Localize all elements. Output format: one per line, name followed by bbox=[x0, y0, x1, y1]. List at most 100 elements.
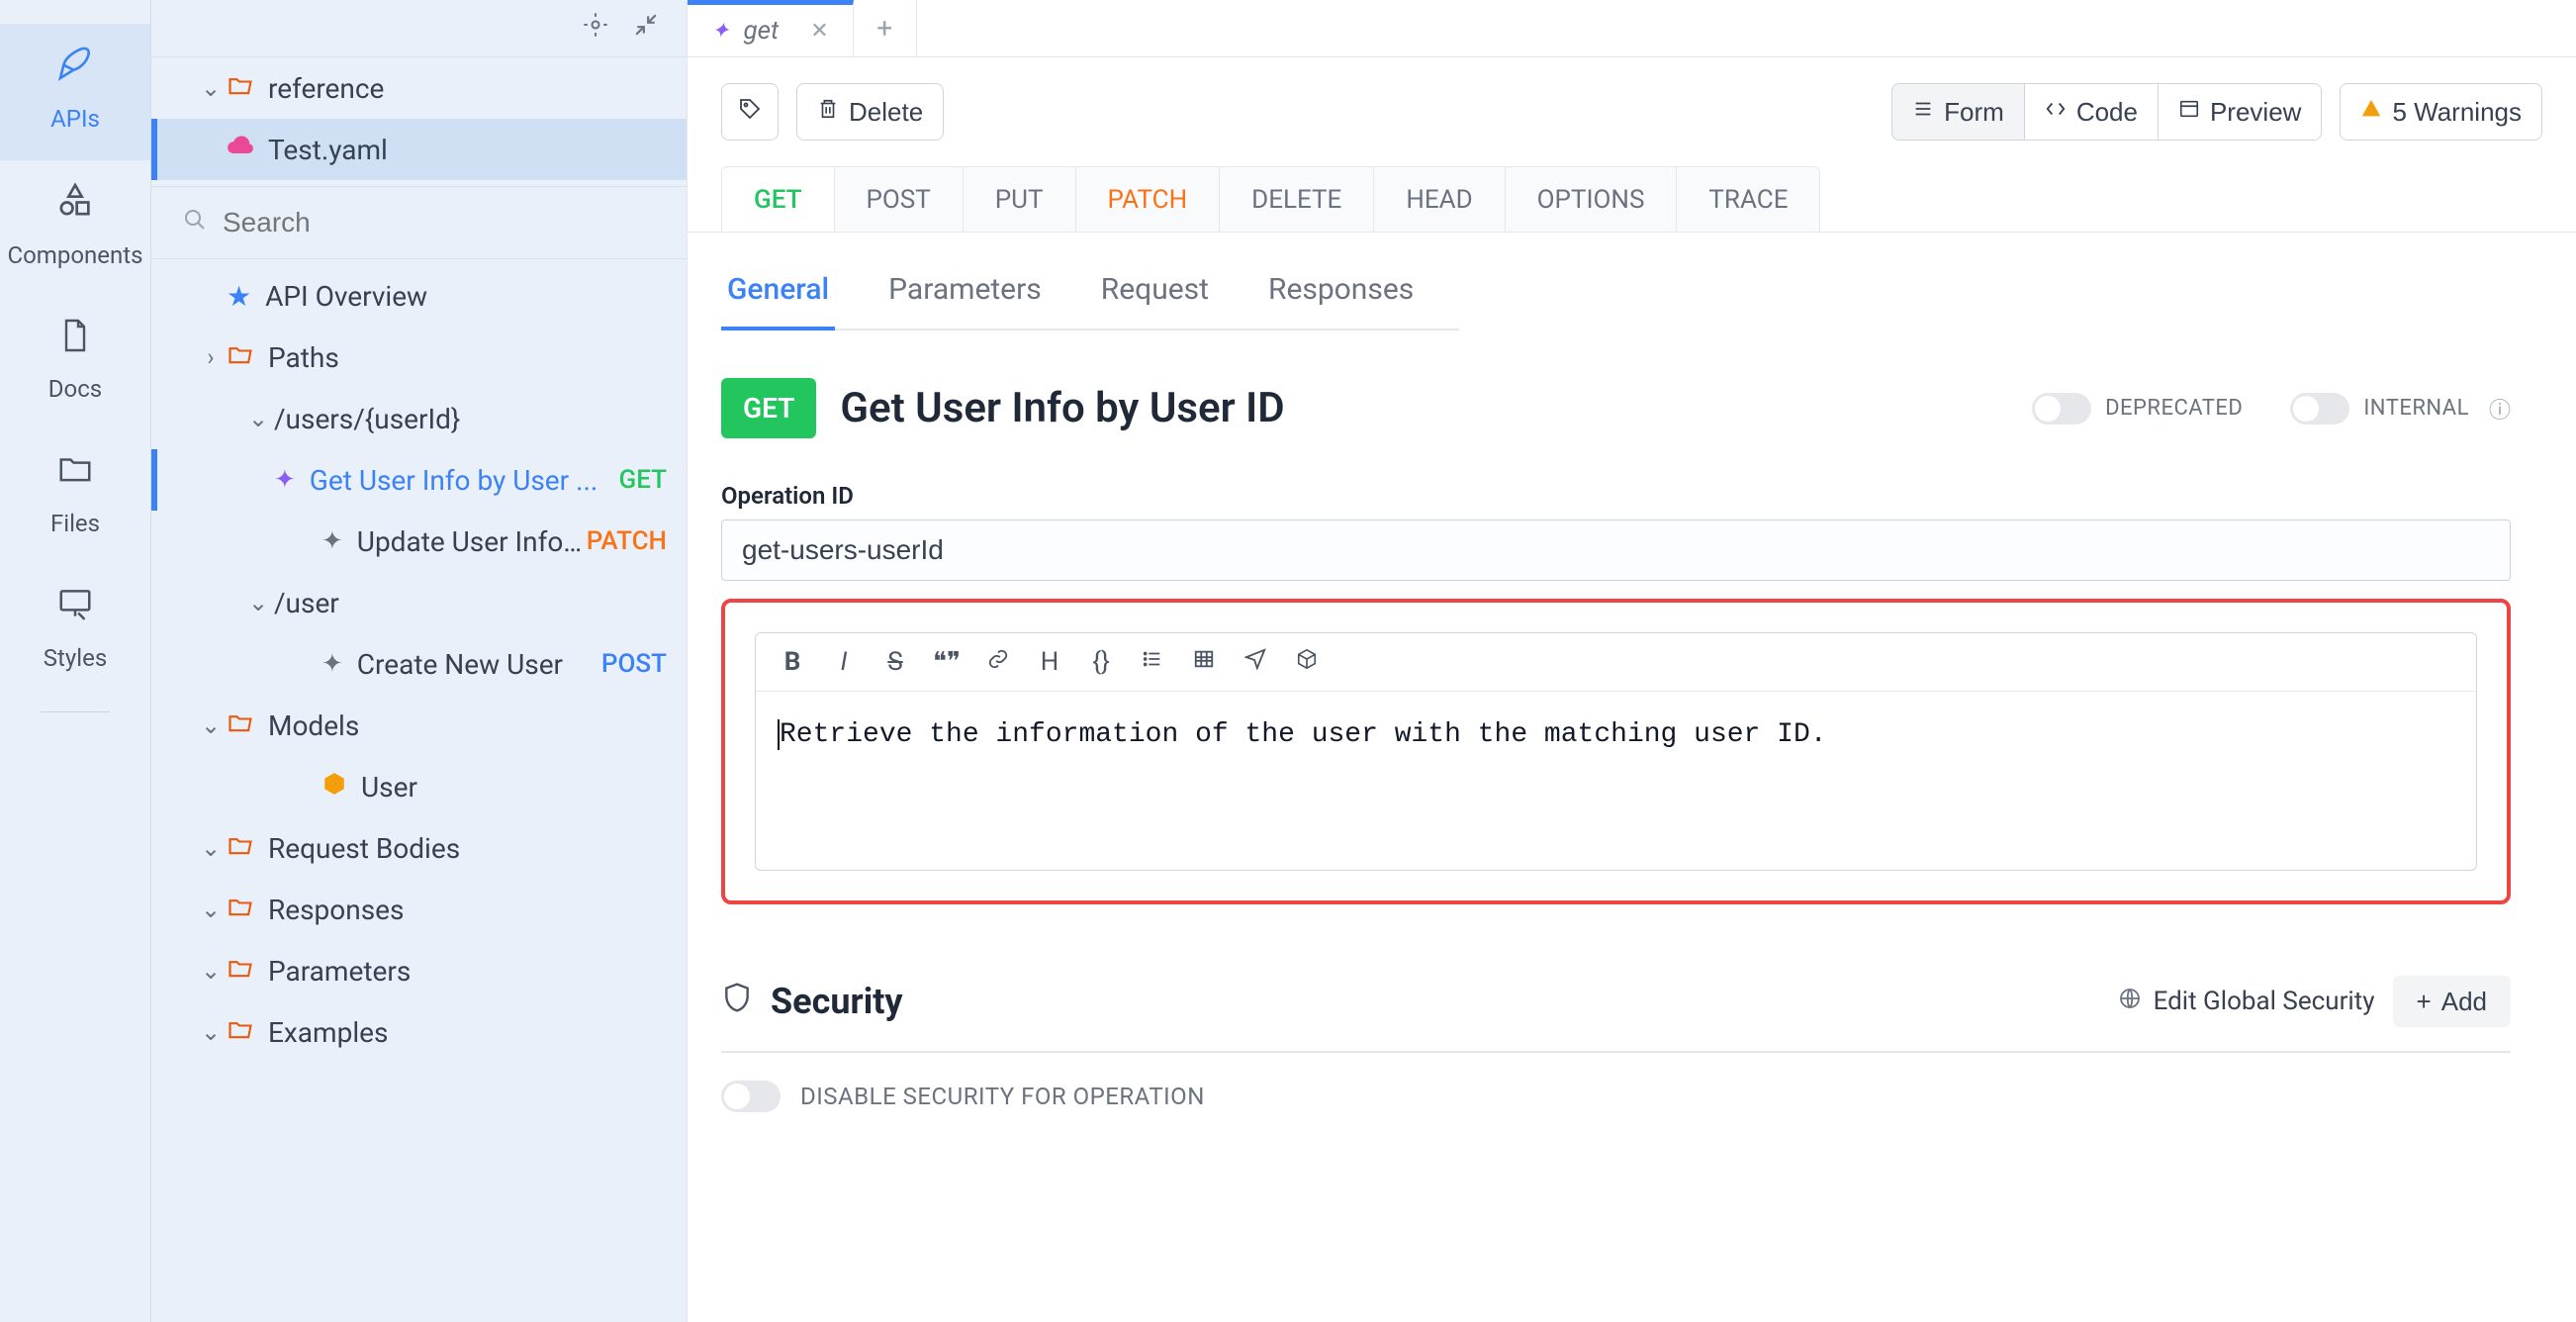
table-icon[interactable] bbox=[1189, 647, 1219, 677]
sidebar: ⌄ reference Test.yaml bbox=[150, 0, 687, 1322]
delete-label: Delete bbox=[849, 97, 923, 128]
collapse-icon[interactable] bbox=[633, 12, 659, 45]
tree-path-user[interactable]: ⌄ /user bbox=[151, 572, 687, 633]
sub-tab-parameters[interactable]: Parameters bbox=[882, 272, 1048, 330]
tree-file-test-yaml[interactable]: Test.yaml bbox=[151, 119, 687, 180]
http-tab-get[interactable]: GET bbox=[722, 167, 835, 233]
sub-tab-responses[interactable]: Responses bbox=[1262, 272, 1420, 330]
chevron-right-icon: › bbox=[195, 343, 227, 371]
code-label: Code bbox=[2076, 97, 2138, 128]
bold-icon[interactable]: B bbox=[778, 647, 807, 677]
rail-docs[interactable]: Docs bbox=[0, 297, 150, 430]
folder-open-icon bbox=[227, 71, 254, 106]
operation-icon: ✦ bbox=[711, 19, 729, 44]
star-icon: ★ bbox=[227, 280, 251, 313]
tree-op-update-user[interactable]: ✦ Update User Inform... PATCH bbox=[151, 511, 687, 572]
internal-label: INTERNAL bbox=[2363, 396, 2469, 421]
strike-icon[interactable]: S bbox=[880, 647, 910, 677]
tree-examples-label: Examples bbox=[268, 1016, 687, 1049]
braces-icon[interactable]: {} bbox=[1086, 647, 1116, 677]
folder-open-icon bbox=[227, 1015, 254, 1050]
tree-responses[interactable]: ⌄ Responses bbox=[151, 879, 687, 940]
folder-open-icon bbox=[227, 831, 254, 866]
edit-global-security[interactable]: Edit Global Security bbox=[2118, 987, 2375, 1016]
preview-view-button[interactable]: Preview bbox=[2158, 83, 2322, 141]
http-tab-head[interactable]: HEAD bbox=[1374, 167, 1505, 233]
rail-components[interactable]: Components bbox=[0, 160, 150, 297]
search-input[interactable] bbox=[223, 207, 687, 238]
tree-responses-label: Responses bbox=[268, 894, 687, 926]
tree-paths-label: Paths bbox=[268, 341, 687, 374]
sidebar-search[interactable] bbox=[151, 186, 687, 259]
italic-icon[interactable]: I bbox=[829, 647, 859, 677]
http-tab-put[interactable]: PUT bbox=[964, 167, 1076, 233]
http-tab-delete[interactable]: DELETE bbox=[1220, 167, 1374, 233]
heading-icon[interactable]: H bbox=[1035, 647, 1064, 677]
editor-tab-get[interactable]: ✦ get ✕ bbox=[688, 0, 854, 56]
operation-id-field: Operation ID bbox=[721, 482, 2511, 581]
form-view-button[interactable]: Form bbox=[1891, 83, 2024, 141]
add-tab-button[interactable]: + bbox=[854, 0, 917, 56]
warnings-button[interactable]: 5 Warnings bbox=[2340, 83, 2542, 141]
security-header: Security Edit Global Security + Add bbox=[721, 976, 2511, 1053]
operation-title[interactable]: Get User Info by User ID bbox=[840, 384, 1984, 432]
info-icon[interactable]: ⓘ bbox=[2489, 393, 2511, 425]
rail-files[interactable]: Files bbox=[0, 430, 150, 565]
rail-apis[interactable]: APIs bbox=[0, 24, 150, 160]
method-tag-get: GET bbox=[619, 465, 668, 495]
tree-models[interactable]: ⌄ Models bbox=[151, 695, 687, 756]
cube-icon[interactable] bbox=[1292, 647, 1322, 677]
http-tab-options[interactable]: OPTIONS bbox=[1506, 167, 1678, 233]
http-method-tabs: GET POST PUT PATCH DELETE HEAD OPTIONS T… bbox=[721, 166, 1820, 233]
link-icon[interactable] bbox=[983, 647, 1013, 677]
disable-security-toggle[interactable] bbox=[721, 1081, 781, 1112]
warning-icon bbox=[2360, 98, 2382, 127]
tree-model-user[interactable]: User bbox=[151, 756, 687, 817]
internal-toggle[interactable] bbox=[2290, 393, 2349, 425]
description-textarea[interactable]: Retrieve the information of the user wit… bbox=[756, 692, 2476, 870]
operation-id-input[interactable] bbox=[721, 519, 2511, 581]
warnings-label: 5 Warnings bbox=[2392, 97, 2522, 128]
bullet-list-icon[interactable] bbox=[1138, 647, 1167, 677]
tree-path-user-label: /user bbox=[274, 587, 687, 619]
send-icon[interactable] bbox=[1241, 647, 1270, 677]
close-icon[interactable]: ✕ bbox=[810, 19, 828, 44]
tree-paths[interactable]: › Paths bbox=[151, 327, 687, 388]
code-view-button[interactable]: Code bbox=[2024, 83, 2158, 141]
sub-tab-general[interactable]: General bbox=[721, 272, 835, 330]
sub-tab-request[interactable]: Request bbox=[1095, 272, 1215, 330]
chevron-down-icon: ⌄ bbox=[242, 405, 274, 432]
chevron-down-icon: ⌄ bbox=[195, 834, 227, 862]
rail-divider bbox=[41, 711, 110, 712]
http-tab-trace[interactable]: TRACE bbox=[1677, 167, 1819, 233]
tag-button[interactable] bbox=[721, 83, 779, 141]
http-tab-patch[interactable]: PATCH bbox=[1076, 167, 1221, 233]
content: General Parameters Request Responses GET… bbox=[688, 233, 2576, 1322]
tree-request-bodies[interactable]: ⌄ Request Bodies bbox=[151, 817, 687, 879]
delete-button[interactable]: Delete bbox=[796, 83, 944, 141]
target-icon[interactable] bbox=[582, 11, 609, 46]
description-highlight: B I S ❝❞ H {} bbox=[721, 599, 2511, 904]
deprecated-toggle-group: DEPRECATED bbox=[2032, 393, 2243, 425]
tree-path-users-userid[interactable]: ⌄ /users/{userId} bbox=[151, 388, 687, 449]
quote-icon[interactable]: ❝❞ bbox=[932, 647, 962, 677]
security-title: Security bbox=[771, 981, 2100, 1022]
security-section: Security Edit Global Security + Add bbox=[721, 976, 2511, 1112]
tree-op-get-user[interactable]: ✦ Get User Info by User ... GET bbox=[151, 449, 687, 511]
tree-reference[interactable]: ⌄ reference bbox=[151, 57, 687, 119]
chevron-down-icon: ⌄ bbox=[195, 74, 227, 102]
pen-icon bbox=[55, 44, 95, 93]
shapes-icon bbox=[55, 180, 95, 230]
sidebar-tree: ⌄ reference Test.yaml bbox=[151, 57, 687, 1322]
tree-parameters[interactable]: ⌄ Parameters bbox=[151, 940, 687, 1001]
add-security-button[interactable]: + Add bbox=[2393, 976, 2511, 1027]
tree-api-overview[interactable]: ★ API Overview bbox=[151, 265, 687, 327]
method-tag-patch: PATCH bbox=[587, 526, 667, 556]
http-tab-post[interactable]: POST bbox=[835, 167, 964, 233]
cloud-icon bbox=[227, 133, 254, 167]
deprecated-toggle[interactable] bbox=[2032, 393, 2091, 425]
sidebar-top bbox=[151, 0, 687, 57]
tree-op-create-user[interactable]: ✦ Create New User POST bbox=[151, 633, 687, 695]
tree-examples[interactable]: ⌄ Examples bbox=[151, 1001, 687, 1063]
rail-styles[interactable]: Styles bbox=[0, 565, 150, 700]
